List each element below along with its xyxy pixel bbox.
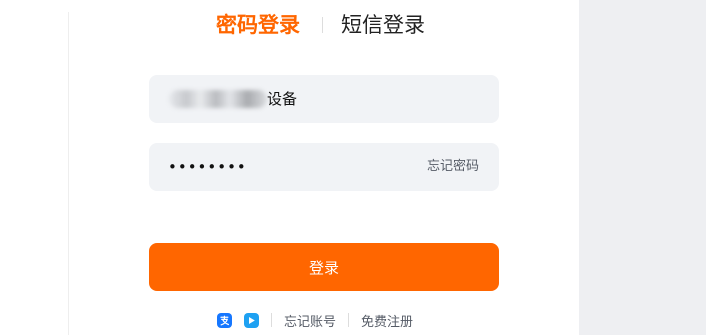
forgot-account-link[interactable]: 忘记账号 [284,311,336,330]
blurred-account-text [169,90,267,108]
login-button[interactable]: 登录 [149,243,499,291]
footer-divider-1 [271,313,272,327]
masked-password: •••••••• [168,158,247,176]
alipay-icon[interactable] [217,312,232,328]
tab-divider [322,17,323,33]
account-input[interactable]: 设备 [149,75,499,123]
left-divider [68,12,69,335]
tmall-glyph-icon [249,316,255,324]
footer-divider-2 [348,313,350,327]
free-register-link[interactable]: 免费注册 [361,311,413,330]
alipay-glyph-icon [220,315,230,325]
alternative-login-row: 忘记账号 免费注册 [217,310,413,330]
tab-sms-login[interactable]: 短信登录 [341,11,425,39]
password-input[interactable]: •••••••• 忘记密码 [149,143,499,191]
account-visible-text: 设备 [267,90,298,108]
login-tabs: 密码登录 短信登录 [216,10,425,40]
tab-password-login[interactable]: 密码登录 [216,11,300,39]
forgot-password-link[interactable]: 忘记密码 [427,158,479,176]
right-side-panel [579,0,706,335]
tmall-app-icon[interactable] [244,312,259,328]
